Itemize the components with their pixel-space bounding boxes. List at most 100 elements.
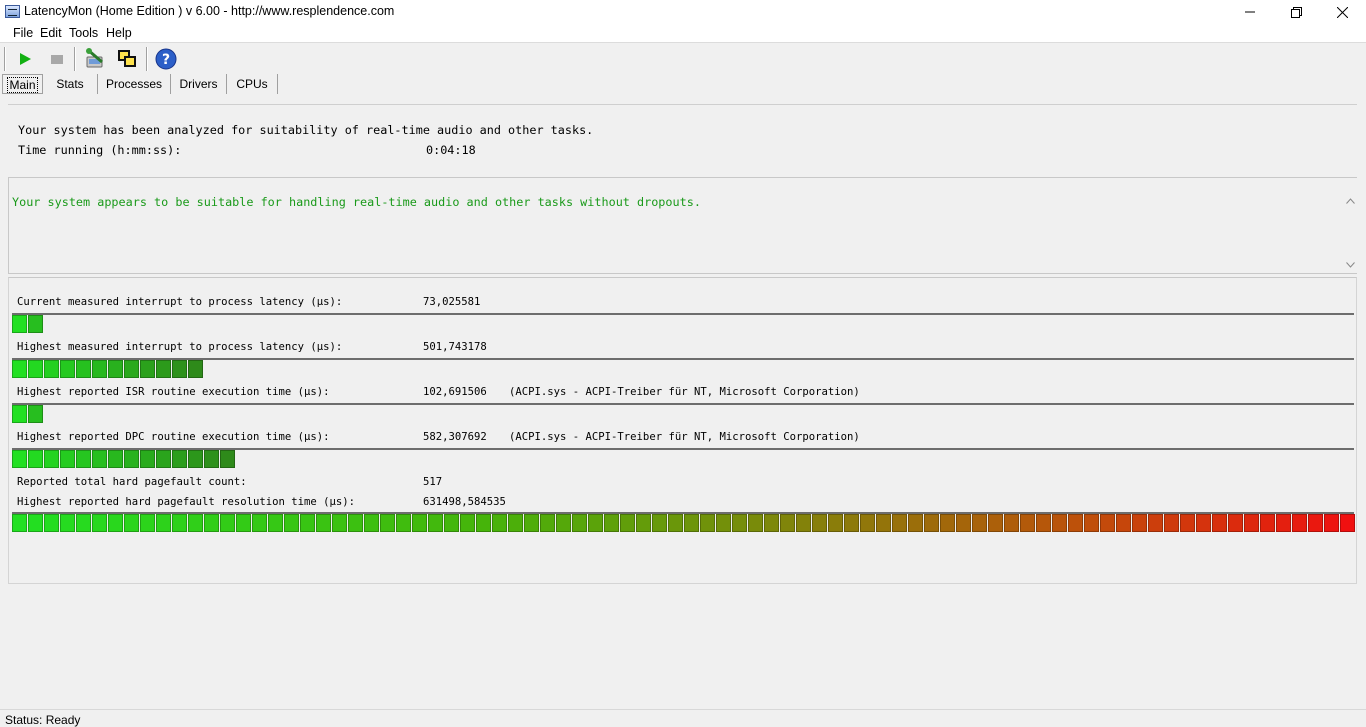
- meter-segment: [300, 514, 315, 532]
- meter-segment: [92, 450, 107, 468]
- start-button[interactable]: [13, 47, 37, 71]
- meter-segment: [124, 360, 139, 378]
- toolbar-separator: [74, 47, 76, 71]
- meter-segment: [252, 514, 267, 532]
- toolbar: ?: [0, 44, 1366, 74]
- meter-segment: [764, 514, 779, 532]
- dpc-driver: (ACPI.sys - ACPI-Treiber für NT, Microso…: [509, 431, 860, 443]
- isr-value: 102,691506: [423, 386, 487, 398]
- verdict-message[interactable]: Your system appears to be suitable for h…: [12, 195, 701, 209]
- dpc-meter: [12, 448, 1354, 468]
- maximize-button[interactable]: [1273, 0, 1319, 24]
- isr-label: Highest reported ISR routine execution t…: [17, 386, 330, 398]
- verdict-panel: Your system appears to be suitable for h…: [8, 177, 1357, 274]
- pagefault-time-meter: [12, 512, 1355, 532]
- stop-button[interactable]: [45, 47, 69, 71]
- meter-segment: [908, 514, 923, 532]
- meter-segment: [220, 450, 235, 468]
- meter-segment: [492, 514, 507, 532]
- meter-segment: [796, 514, 811, 532]
- tab-cpus[interactable]: CPUs: [227, 74, 278, 94]
- meter-segment: [1164, 514, 1179, 532]
- current-latency-value: 73,025581: [423, 296, 481, 308]
- menu-edit[interactable]: Edit: [40, 26, 62, 40]
- close-icon: [1336, 6, 1348, 18]
- pagefault-count-value: 517: [423, 476, 443, 488]
- meter-segment: [316, 514, 331, 532]
- meter-segment: [700, 514, 715, 532]
- meter-segment: [28, 360, 43, 378]
- windows-button[interactable]: [115, 47, 139, 71]
- analyzed-message: Your system has been analyzed for suitab…: [18, 123, 594, 137]
- meter-segment: [508, 514, 523, 532]
- meter-segment: [924, 514, 939, 532]
- pagefault-count-label: Reported total hard pagefault count:: [17, 476, 247, 488]
- meter-segment: [476, 514, 491, 532]
- meter-segment: [204, 514, 219, 532]
- meter-segment: [396, 514, 411, 532]
- tab-main[interactable]: Main: [2, 74, 43, 94]
- scroll-down-icon[interactable]: [1345, 260, 1355, 270]
- dpc-label: Highest reported DPC routine execution t…: [17, 431, 330, 443]
- meter-segment: [140, 450, 155, 468]
- verdict-scrollbar[interactable]: [1343, 194, 1357, 272]
- meter-segment: [108, 450, 123, 468]
- meter-segment: [956, 514, 971, 532]
- meter-segment: [828, 514, 843, 532]
- meter-segment: [60, 360, 75, 378]
- title-bar: LatencyMon (Home Edition ) v 6.00 - http…: [0, 0, 1366, 24]
- tab-processes[interactable]: Processes: [98, 74, 171, 94]
- meter-segment: [1020, 514, 1035, 532]
- minimize-button[interactable]: [1227, 0, 1273, 24]
- meter-segment: [28, 315, 43, 333]
- meter-segment: [636, 514, 651, 532]
- meter-segment: [28, 514, 43, 532]
- meter-segment: [1244, 514, 1259, 532]
- meter-segment: [92, 514, 107, 532]
- meter-segment: [28, 405, 43, 423]
- close-button[interactable]: [1319, 0, 1365, 24]
- meter-segment: [140, 514, 155, 532]
- time-running-value: 0:04:18: [426, 143, 476, 157]
- current-latency-meter: [12, 313, 1354, 333]
- app-icon: [5, 5, 20, 18]
- meter-segment: [108, 360, 123, 378]
- menu-file[interactable]: File: [13, 26, 33, 40]
- meter-segment: [156, 360, 171, 378]
- tab-drivers[interactable]: Drivers: [171, 74, 227, 94]
- pagefault-time-label: Highest reported hard pagefault resoluti…: [17, 496, 356, 508]
- menu-help[interactable]: Help: [106, 26, 132, 40]
- meter-segment: [156, 450, 171, 468]
- meter-segment: [556, 514, 571, 532]
- help-button[interactable]: ?: [154, 47, 178, 71]
- pagefault-time-value: 631498,584535: [423, 496, 506, 508]
- meter-segment: [524, 514, 539, 532]
- meter-segment: [428, 514, 443, 532]
- menu-tools[interactable]: Tools: [69, 26, 98, 40]
- meter-segment: [92, 360, 107, 378]
- meter-segment: [780, 514, 795, 532]
- meter-segment: [12, 514, 27, 532]
- tab-strip: Main Stats Processes Drivers CPUs: [0, 74, 1366, 96]
- toolbar-grip: [4, 47, 6, 71]
- meter-segment: [188, 360, 203, 378]
- meter-segment: [1340, 514, 1355, 532]
- meter-segment: [684, 514, 699, 532]
- tab-stats[interactable]: Stats: [43, 74, 98, 94]
- meter-segment: [332, 514, 347, 532]
- meter-segment: [172, 514, 187, 532]
- meter-segment: [732, 514, 747, 532]
- isr-meter: [12, 403, 1354, 423]
- meter-segment: [860, 514, 875, 532]
- meter-segment: [1212, 514, 1227, 532]
- meter-segment: [284, 514, 299, 532]
- status-bar: Status: Ready: [0, 709, 1366, 727]
- svg-text:?: ?: [162, 52, 170, 68]
- meter-segment: [876, 514, 891, 532]
- meter-segment: [444, 514, 459, 532]
- tools-button[interactable]: [83, 47, 107, 71]
- status-text: Status: Ready: [5, 713, 81, 727]
- meter-segment: [380, 514, 395, 532]
- scroll-up-icon[interactable]: [1345, 196, 1355, 206]
- meter-segment: [108, 514, 123, 532]
